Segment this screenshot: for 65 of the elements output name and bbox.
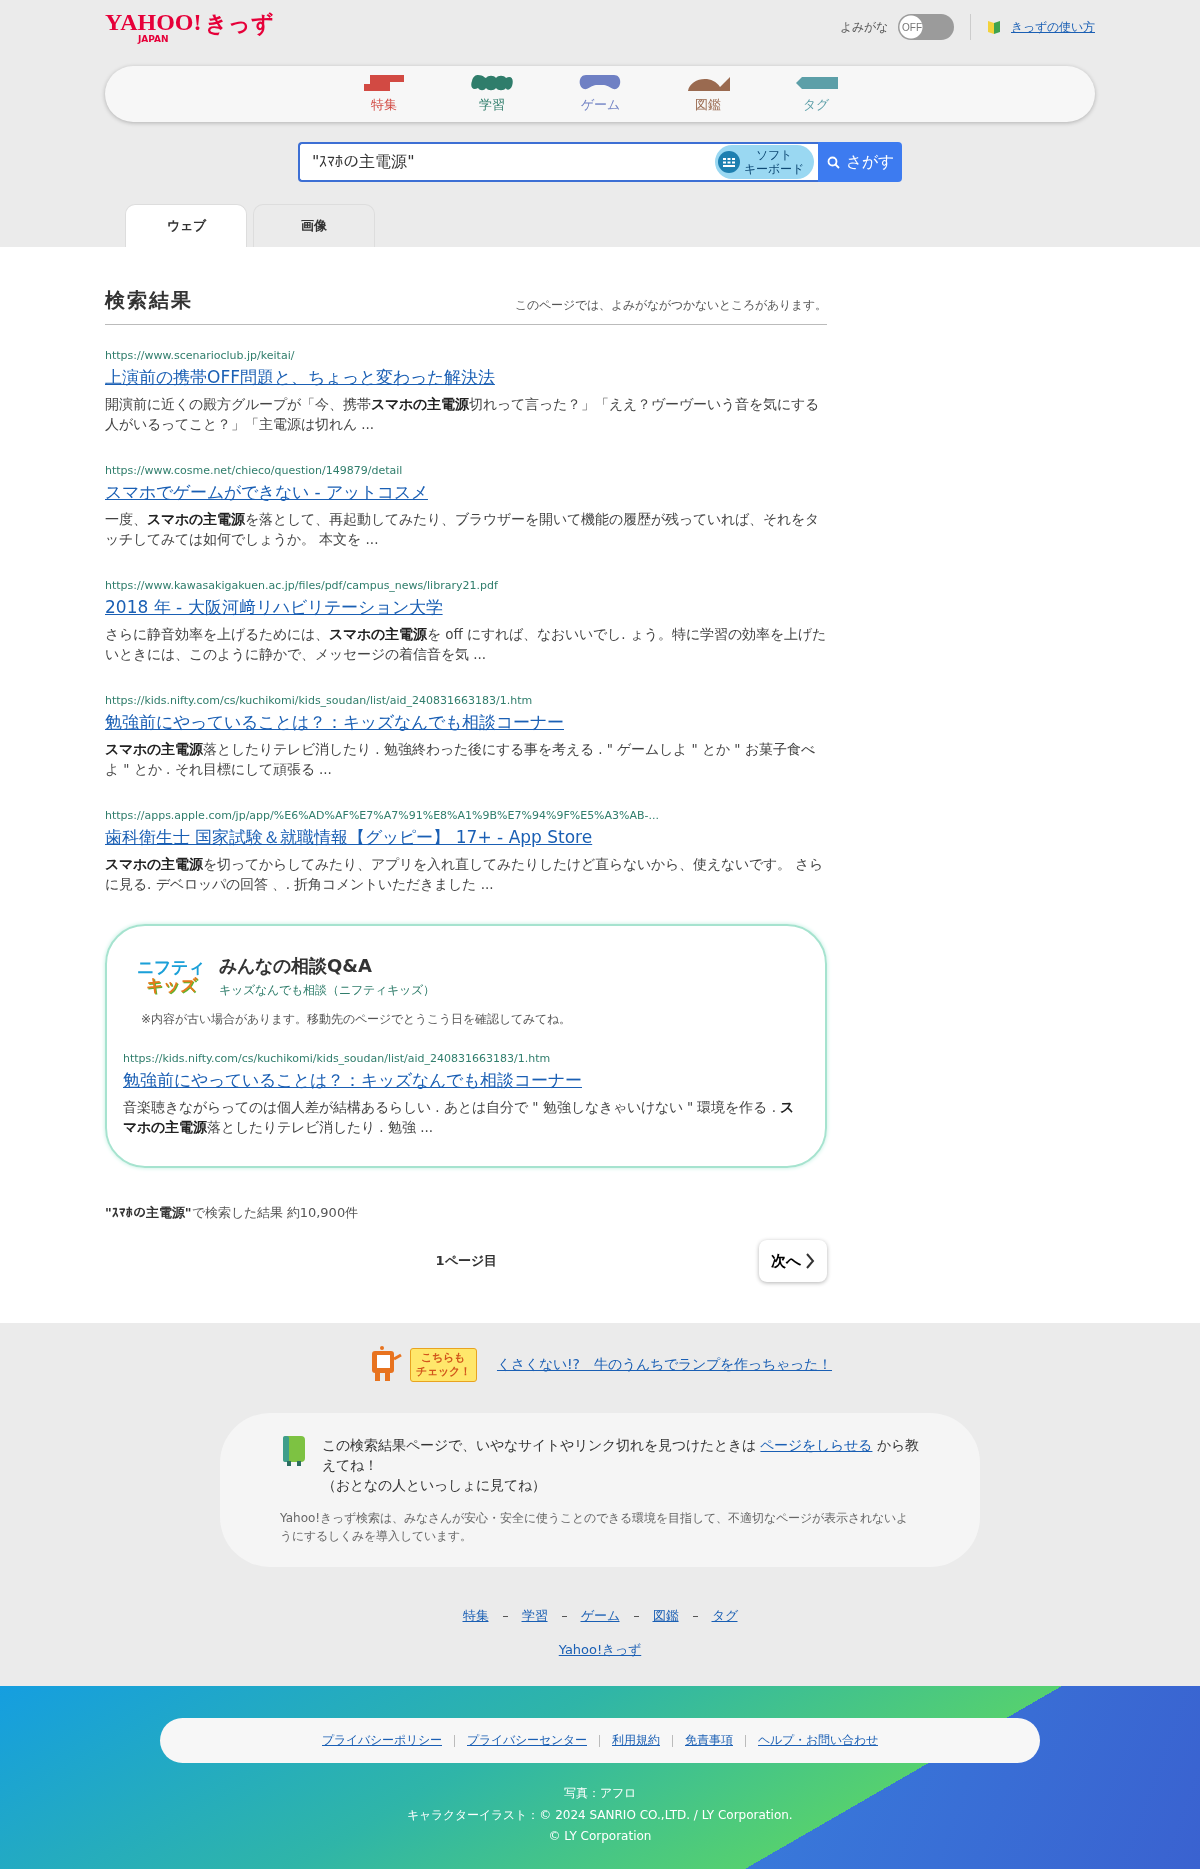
featured-title: みんなの相談Q&A xyxy=(219,954,373,978)
search-icon xyxy=(826,155,840,169)
chevron-right-icon xyxy=(805,1253,815,1269)
result-title-link[interactable]: 2018 年 - 大阪河﨑リハビリテーション大学 xyxy=(105,596,827,619)
category-tab[interactable]: ゲーム xyxy=(578,74,622,114)
featured-note: ※内容が古い場合があります。移動先のページでとうこう日を確認してみてね。 xyxy=(141,1011,573,1028)
category-tab[interactable]: 図鑑 xyxy=(686,74,730,114)
result-snippet: さらに静音効率を上げるためには、スマホの主電源を off にすれば、なおいいでし. ょう。特に学習の効率を上げたいときには、このように静かで、メッセージの着信音を気 ... xyxy=(105,625,827,664)
result-url: https://www.cosme.net/chieco/question/149879/detail xyxy=(105,464,404,477)
result-type-tab[interactable]: ウェブ xyxy=(125,204,247,247)
category-tab[interactable]: 学習 xyxy=(470,74,514,114)
notice-subtext: （おとなの人といっしょに見てね） xyxy=(322,1476,547,1495)
credit-text: © LY Corporation xyxy=(548,1829,652,1843)
help-link[interactable]: きっずの使い方 xyxy=(1011,18,1095,36)
result-type-tab[interactable]: 画像 xyxy=(253,204,375,247)
category-tab[interactable]: 特集 xyxy=(362,74,406,114)
result-snippet: スマホの主電源を切ってからしてみたり、アプリを入れ直してみたりしたけど直らないから、使えないです。 さらに見る. デベロッパの回答 、. 折角コメントいただきました ... xyxy=(105,855,825,894)
soft-keyboard-button[interactable]: ソフト キーボード xyxy=(715,145,814,179)
results-note: このページでは、よみがながつかないところがあります。 xyxy=(515,297,827,314)
beginner-mark-icon xyxy=(987,19,1001,35)
result-title-link[interactable]: 歯科衛生士 国家試験＆就職情報【グッピー】 17+ - App Store xyxy=(105,826,827,849)
search-field[interactable]: "ｽﾏﾎの主電源" ソフト キーボード xyxy=(298,142,818,182)
report-page-link[interactable]: ページをしらせる xyxy=(760,1437,873,1453)
footer-nav-link[interactable]: 特集 xyxy=(462,1607,489,1625)
credit-text: キャラクターイラスト：© 2024 SANRIO CO.,LTD. / LY Corporation. xyxy=(407,1807,793,1824)
result-url: https://www.scenarioclub.jp/keitai/ xyxy=(105,349,296,362)
result-url: https://apps.apple.com/jp/app/%E6%AD%AF%E7%A7%91%E8%A1%9B%E7%94%9F%E5%A3%AB-... xyxy=(105,809,661,822)
keyboard-icon xyxy=(718,151,740,173)
result-title-link[interactable]: 勉強前にやっていることは？：キッズなんでも相談コーナー xyxy=(123,1069,799,1092)
notice-text: この検索結果ページで、いやなサイトやリンク切れを見つけたときは ページをしらせる から教えてね！ xyxy=(322,1436,920,1475)
page-number: 1ページ目 xyxy=(435,1252,497,1270)
result-title-link[interactable]: 勉強前にやっていることは？：キッズなんでも相談コーナー xyxy=(105,711,827,734)
book-icon xyxy=(280,1435,308,1467)
legal-link[interactable]: 免責事項 xyxy=(685,1732,733,1749)
nifty-kids-logo: ニフティ キッズ xyxy=(137,958,205,995)
result-url: https://kids.nifty.com/cs/kuchikomi/kids_soudan/list/aid_240831663183/1.htm xyxy=(123,1052,552,1065)
notice-disclaimer: Yahoo!きっず検索は、みなさんが安心・安全に使うことのできる環境を目指して、不適切なページが表示されないようにするしくみを導入しています。 xyxy=(280,1510,910,1545)
legal-link[interactable]: プライバシーセンター xyxy=(467,1732,587,1749)
promo-link[interactable]: くさくない!? 牛のうんちでランプを作っちゃった！ xyxy=(496,1356,832,1374)
featured-subtitle: キッズなんでも相談（ニフティキッズ） xyxy=(219,982,435,999)
result-url: https://www.kawasakigakuen.ac.jp/files/pdf/campus_news/library21.pdf xyxy=(105,579,499,592)
result-url: https://kids.nifty.com/cs/kuchikomi/kids_soudan/list/aid_240831663183/1.htm xyxy=(105,694,534,707)
result-snippet: 音楽聴きながらってのは個人差が結構あるらしい . あとは自分で " 勉強しなきゃいけない " 環境を作る . スマホの主電源落としたりテレビ消したり . 勉強 ... xyxy=(123,1098,796,1137)
footer-nav-link[interactable]: ゲーム xyxy=(580,1607,620,1625)
result-title-link[interactable]: スマホでゲームができない - アットコスメ xyxy=(105,481,827,504)
next-page-button[interactable]: 次へ xyxy=(759,1240,827,1282)
footer-nav-link[interactable]: 図鑑 xyxy=(652,1607,679,1625)
result-snippet: 一度、スマホの主電源を落として、再起動してみたり、ブラウザーを開いて機能の履歴が残っていれば、それをタッチしてみては如何でしょうか。 本文を ... xyxy=(105,510,820,549)
result-count: "ｽﾏﾎの主電源"で検索した結果 約10,900件 xyxy=(105,1204,360,1222)
check-badge: こちらも チェック！ xyxy=(409,1348,477,1382)
site-logo[interactable]: YAHOO! JAPAN きっず xyxy=(105,8,275,46)
yomigana-label: よみがな xyxy=(840,18,888,36)
results-heading: 検索結果 xyxy=(105,287,193,314)
result-snippet: 開演前に近くの殿方グループが「今、携帯スマホの主電源切れって言った？」「ええ？ヴーヴーいう音を気にする人がいるってこと？」「主電源は切れん ... xyxy=(105,395,820,434)
result-snippet: スマホの主電源落としたりテレビ消したり . 勉強終わった後にする事を考える . " ゲームしよ " とか " お菓子食べよ " とか . それ目標にして頑張る ... xyxy=(105,740,816,779)
home-link[interactable]: Yahoo!きっず xyxy=(558,1641,642,1659)
credit-text: 写真：アフロ xyxy=(564,1785,636,1802)
footer-nav-link[interactable]: タグ xyxy=(711,1607,738,1625)
legal-link[interactable]: 利用規約 xyxy=(612,1732,660,1749)
legal-link[interactable]: プライバシーポリシー xyxy=(322,1732,442,1749)
search-button[interactable]: さがす xyxy=(818,142,902,182)
footer-nav-link[interactable]: 学習 xyxy=(521,1607,548,1625)
legal-link[interactable]: ヘルプ・お問い合わせ xyxy=(758,1732,878,1749)
yomigana-toggle[interactable]: OFF xyxy=(898,14,954,40)
result-title-link[interactable]: 上演前の携帯OFF問題と、ちょっと変わった解決法 xyxy=(105,366,827,389)
